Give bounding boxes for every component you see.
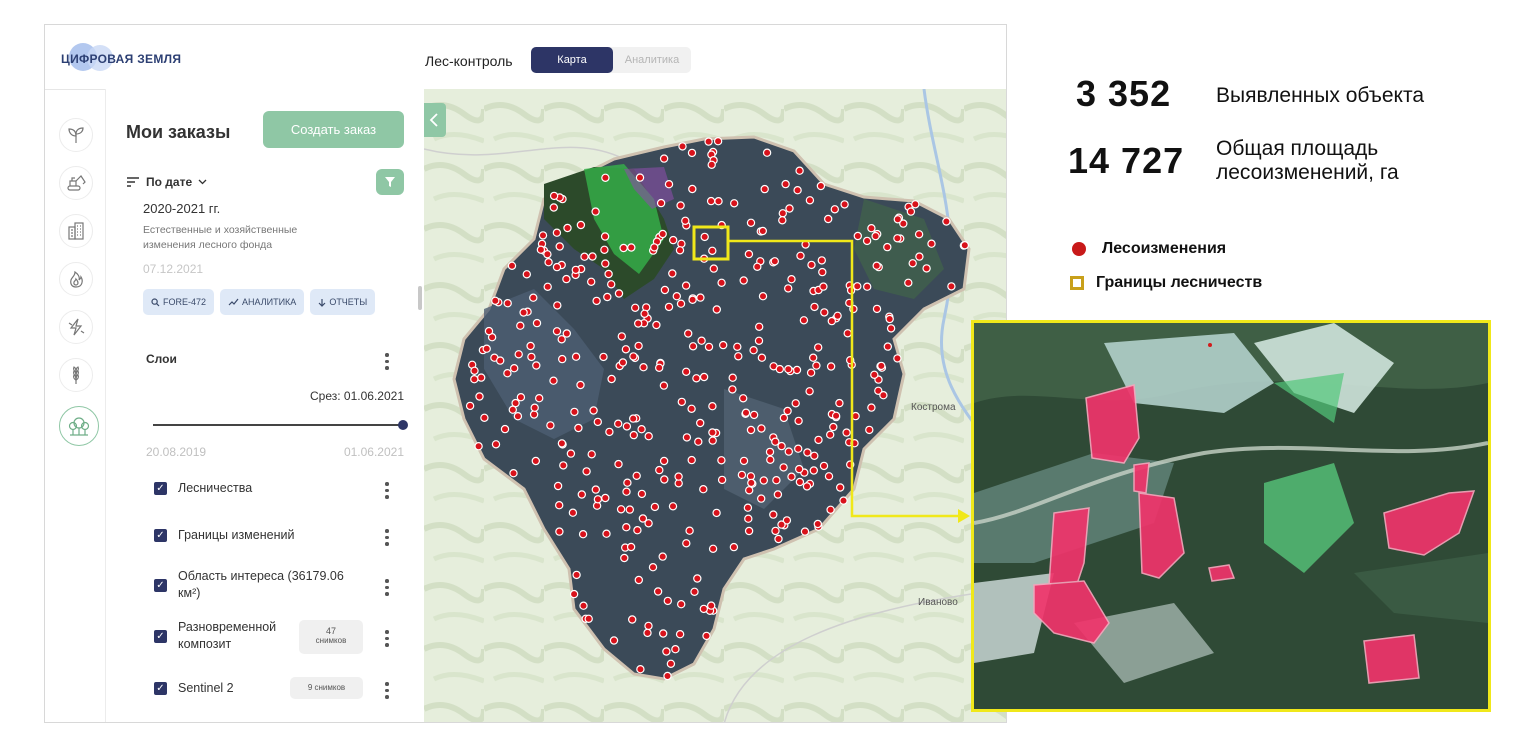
zoom-inset (971, 320, 1491, 712)
area-label-line2: лесоизменений, га (1216, 161, 1399, 184)
detected-count: 3 352 (1076, 73, 1172, 114)
legend-changes-label: Лесоизменения (1102, 240, 1227, 257)
red-dot-icon (1072, 242, 1086, 256)
legend-borders: Границы лесничеств (1070, 274, 1262, 292)
zoom-image (974, 323, 1488, 709)
legend-borders-label: Границы лесничеств (1096, 274, 1263, 291)
square-outline-icon (1070, 276, 1084, 290)
area-value: 14 727 (1068, 140, 1185, 181)
area-label-line1: Общая площадь (1216, 137, 1379, 160)
detected-label: Выявленных объекта (1216, 84, 1425, 107)
legend-changes: Лесоизменения (1072, 240, 1226, 258)
